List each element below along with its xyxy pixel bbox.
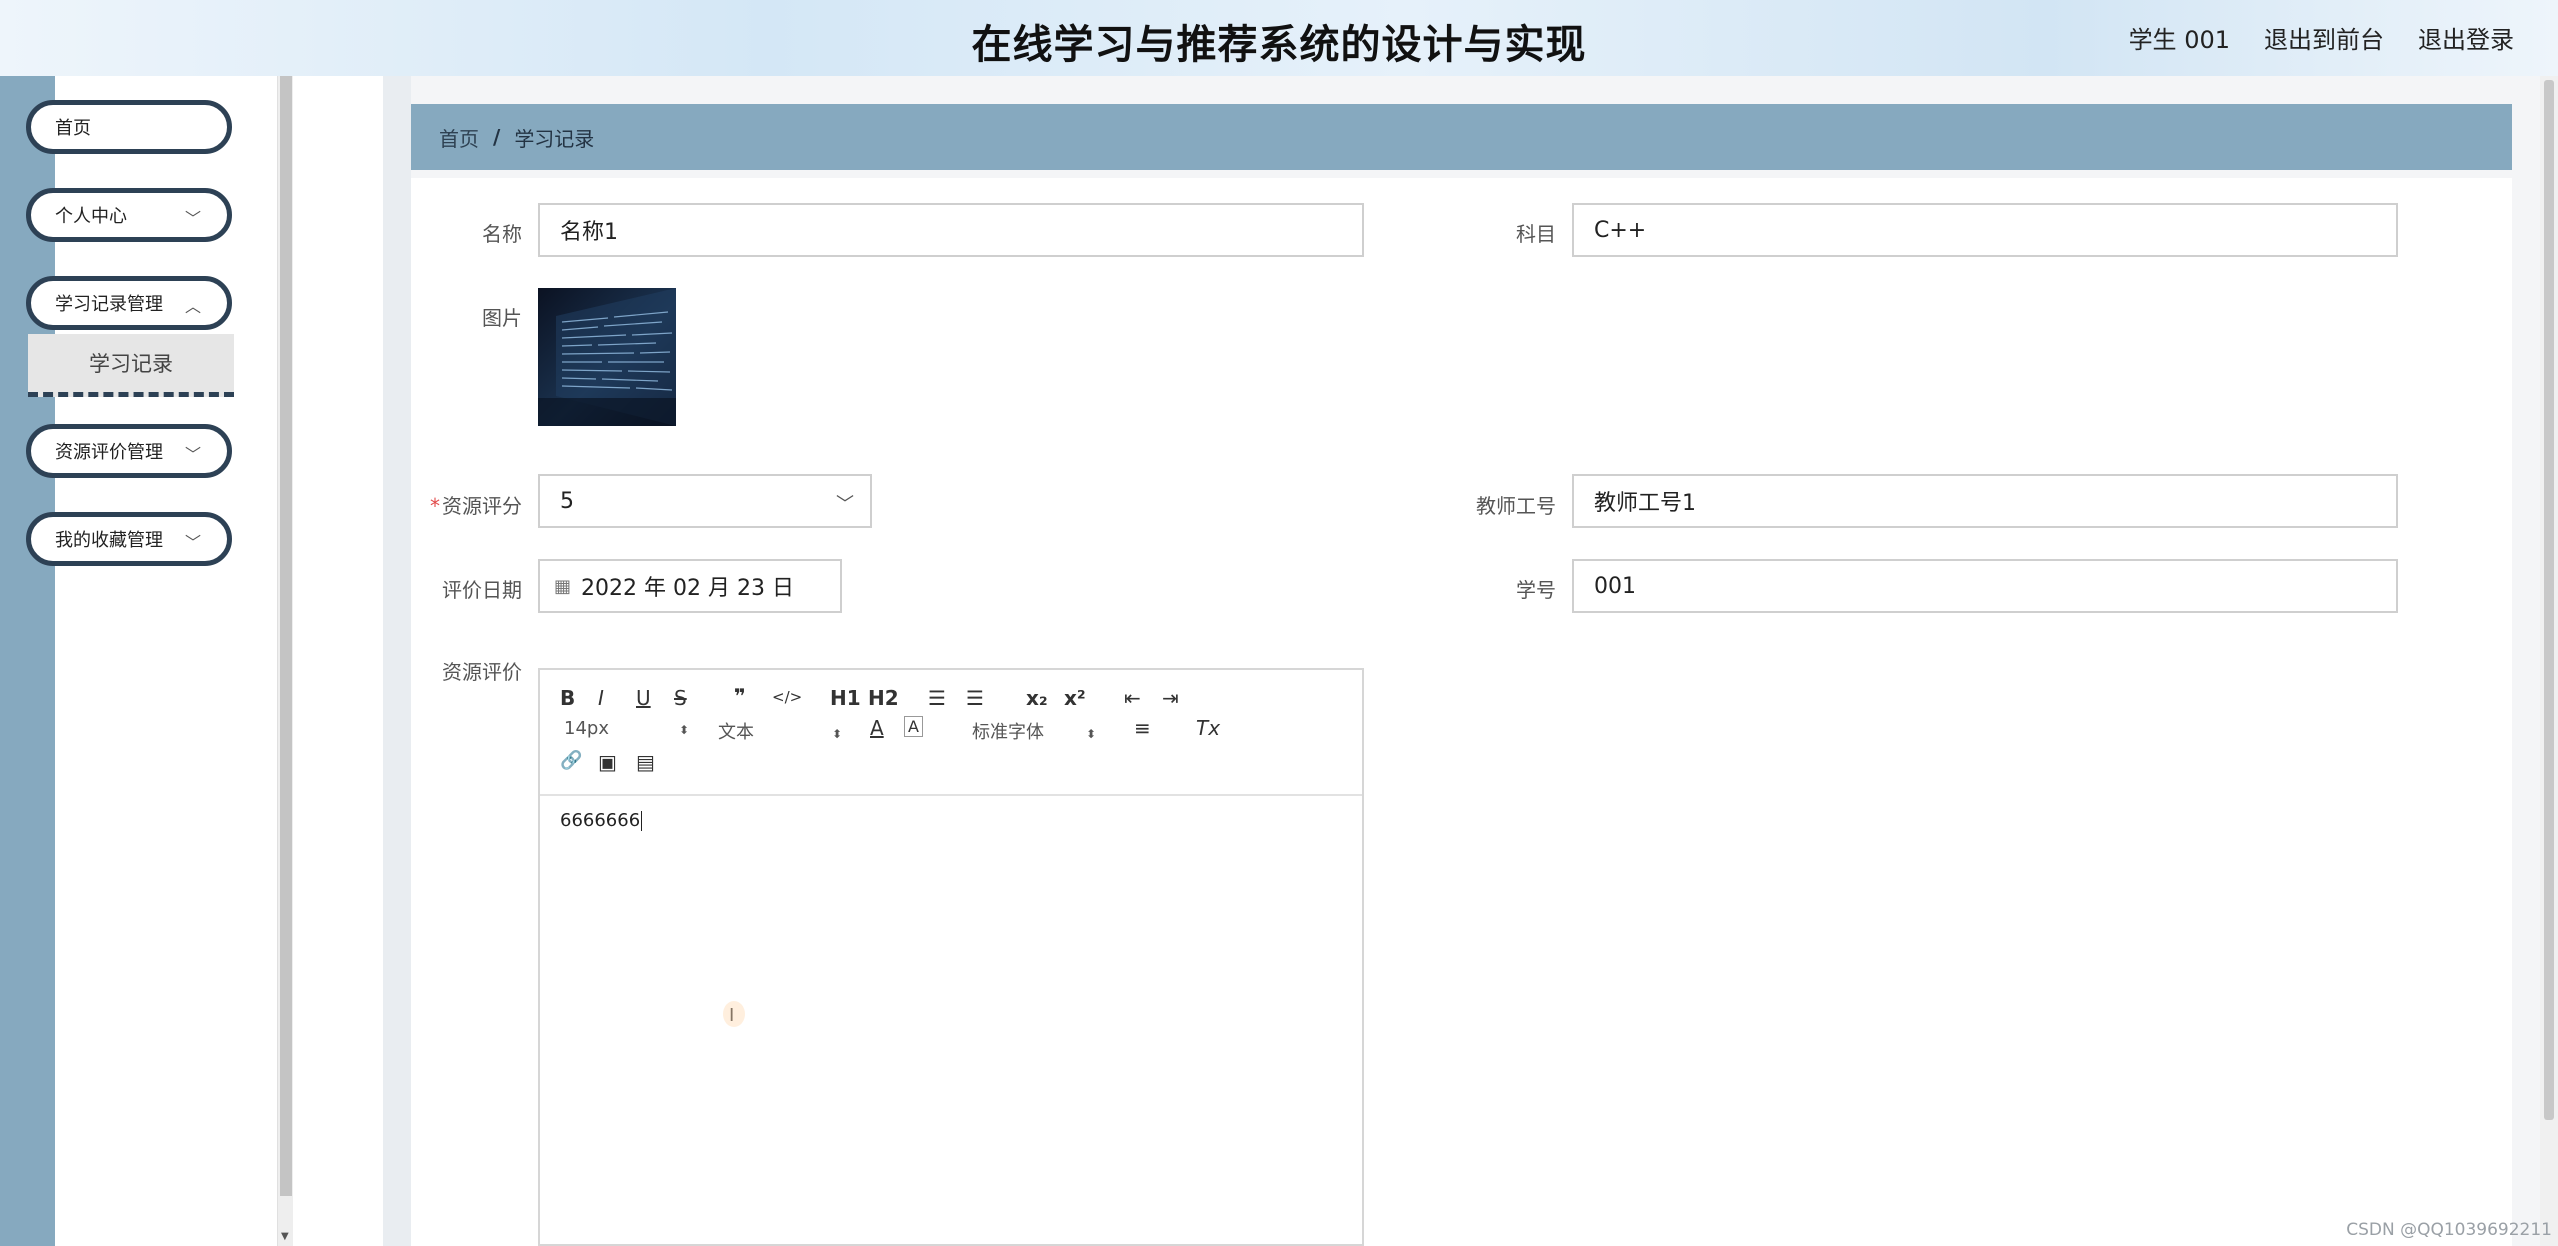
current-user-link[interactable]: 学生 001	[2129, 20, 2230, 55]
page-scrollbar[interactable]	[2540, 76, 2558, 1246]
rich-text-editor[interactable]: B I U S ❞ </> H1 H2 ☰ ☰ x₂ x² ⇤ ⇥ 14px ⬍ …	[538, 668, 1364, 1246]
content-gutter	[293, 76, 383, 1246]
name-label: 名称	[482, 222, 522, 246]
bullet-list-icon[interactable]: ☰	[966, 686, 984, 710]
page-scroll-thumb[interactable]	[2544, 80, 2554, 1120]
sidebar	[55, 76, 277, 1246]
teacher-id-field[interactable]: 教师工号1	[1572, 474, 2398, 528]
font-family-value: 标准字体	[972, 722, 1044, 743]
student-id-field[interactable]: 001	[1572, 559, 2398, 613]
font-size-select[interactable]: 14px ⬍	[564, 718, 689, 739]
image-icon[interactable]: ▣	[598, 750, 617, 774]
sidebar-item-label: 资源评价管理	[55, 442, 163, 463]
eval-date-picker[interactable]: ▦ 2022 年 02 月 23 日	[538, 559, 842, 613]
submenu-item-label: 学习记录	[89, 352, 173, 376]
student-id-value: 001	[1594, 573, 1636, 599]
select-updown-icon: ⬍	[1086, 727, 1097, 741]
name-value: 名称1	[560, 220, 618, 245]
editor-toolbar: B I U S ❞ </> H1 H2 ☰ ☰ x₂ x² ⇤ ⇥ 14px ⬍ …	[540, 670, 1362, 796]
heading2-icon[interactable]: H2	[868, 686, 899, 710]
sidebar-item-home[interactable]: 首页	[26, 100, 232, 154]
sidebar-item-label: 首页	[55, 118, 91, 139]
blockquote-icon[interactable]: ❞	[734, 684, 746, 708]
teacher-id-label: 教师工号	[1476, 494, 1556, 518]
breadcrumb-home-link[interactable]: 首页	[439, 123, 479, 152]
sidebar-item-label: 个人中心	[55, 206, 127, 227]
breadcrumb: 首页 / 学习记录	[411, 104, 2512, 170]
breadcrumb-current: 学习记录	[514, 126, 595, 151]
link-icon[interactable]: 🔗	[560, 750, 582, 771]
sidebar-scroll-thumb[interactable]	[280, 76, 292, 1196]
rating-label-text: 资源评分	[442, 494, 522, 518]
chevron-down-icon: ﹀	[184, 445, 201, 464]
rating-value: 5	[560, 488, 574, 514]
eval-date-label: 评价日期	[442, 578, 522, 602]
eval-date-value: 2022 年 02 月 23 日	[581, 576, 794, 601]
uploaded-image[interactable]	[538, 288, 676, 426]
ordered-list-icon[interactable]: ☰	[928, 686, 946, 710]
top-header: 在线学习与推荐系统的设计与实现 学生 001 退出到前台 退出登录	[0, 0, 2558, 77]
chevron-up-icon: ︿	[184, 297, 201, 316]
chevron-down-icon: ﹀	[184, 209, 201, 228]
sidebar-accent-strip	[0, 76, 55, 1246]
teacher-id-value: 教师工号1	[1594, 491, 1696, 516]
font-color-icon[interactable]: A	[870, 716, 884, 740]
sidebar-item-resource-eval-mgmt[interactable]: 资源评价管理 ﹀	[26, 424, 232, 478]
logout-link[interactable]: 退出登录	[2418, 20, 2514, 55]
strikethrough-icon[interactable]: S	[674, 686, 687, 710]
italic-icon[interactable]: I	[598, 686, 604, 710]
indent-icon[interactable]: ⇥	[1162, 686, 1179, 710]
sidebar-item-label: 我的收藏管理	[55, 530, 163, 551]
select-updown-icon: ⬍	[832, 727, 843, 741]
review-label: 资源评价	[442, 660, 522, 684]
superscript-icon[interactable]: x²	[1064, 686, 1086, 710]
underline-icon[interactable]: U	[636, 686, 651, 710]
editor-content[interactable]: 6666666	[560, 810, 643, 831]
calendar-icon: ▦	[554, 575, 572, 597]
sidebar-scrollbar[interactable]: ▼	[277, 76, 294, 1246]
select-updown-icon: ⬍	[678, 723, 690, 737]
code-screen-image	[538, 288, 676, 426]
breadcrumb-separator: /	[493, 125, 501, 149]
chevron-down-icon: ﹀	[184, 533, 201, 552]
sidebar-item-favorites-mgmt[interactable]: 我的收藏管理 ﹀	[26, 512, 232, 566]
text-cursor-icon: I	[722, 1001, 746, 1027]
video-icon[interactable]: ▤	[636, 750, 655, 774]
required-mark: *	[430, 494, 440, 518]
back-to-frontend-link[interactable]: 退出到前台	[2264, 20, 2384, 55]
student-id-label: 学号	[1516, 578, 1556, 602]
text-caret	[641, 811, 643, 831]
header-links: 学生 001 退出到前台 退出登录	[2129, 20, 2514, 55]
image-label: 图片	[482, 306, 522, 330]
watermark: CSDN @QQ1039692211	[2346, 1220, 2552, 1240]
chevron-down-icon: ﹀	[836, 494, 854, 515]
heading1-icon[interactable]: H1	[830, 686, 861, 710]
name-field[interactable]: 名称1	[538, 203, 1364, 257]
subject-field[interactable]: C++	[1572, 203, 2398, 257]
font-size-value: 14px	[564, 718, 609, 739]
subscript-icon[interactable]: x₂	[1026, 686, 1048, 710]
rating-select[interactable]: 5 ﹀	[538, 474, 872, 528]
outdent-icon[interactable]: ⇤	[1124, 686, 1141, 710]
sidebar-item-personal-center[interactable]: 个人中心 ﹀	[26, 188, 232, 242]
sidebar-item-label: 学习记录管理	[55, 294, 163, 315]
rating-label: * 资源评分	[392, 490, 522, 519]
submenu-item-study-record[interactable]: 学习记录	[28, 334, 234, 397]
sidebar-item-study-record-mgmt[interactable]: 学习记录管理 ︿	[26, 276, 232, 330]
code-block-icon[interactable]: </>	[772, 688, 802, 706]
bold-icon[interactable]: B	[560, 686, 575, 710]
background-color-icon[interactable]: A	[904, 716, 923, 737]
review-content: 6666666	[560, 810, 641, 831]
subject-label: 科目	[1516, 222, 1556, 246]
text-style-value: 文本	[718, 722, 754, 743]
subject-value: C++	[1594, 217, 1647, 243]
text-style-select[interactable]: 文本 ⬍	[718, 718, 842, 744]
clear-format-icon[interactable]: Tx	[1196, 716, 1220, 740]
align-icon[interactable]: ≡	[1134, 716, 1151, 740]
scroll-down-arrow-icon[interactable]: ▼	[281, 1231, 289, 1242]
font-family-select[interactable]: 标准字体 ⬍	[972, 718, 1096, 744]
